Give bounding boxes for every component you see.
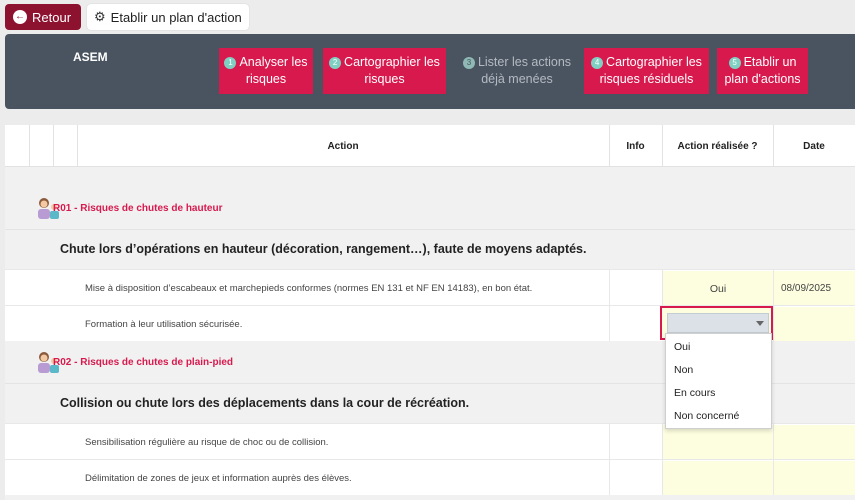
step-label-line2: risques xyxy=(245,72,287,86)
step-4-cartographier-residuels[interactable]: 4 Cartographier les risques résiduels xyxy=(584,48,709,94)
date-cell[interactable]: 08/09/2025 xyxy=(774,271,855,305)
header-action: Action xyxy=(327,141,359,152)
step-label-line1: Lister les actions xyxy=(477,55,572,69)
gears-icon: ⚙ xyxy=(94,9,106,24)
action-done-cell[interactable]: Oui xyxy=(663,271,773,305)
option-en-cours[interactable]: En cours xyxy=(674,387,715,399)
action-done-cell[interactable] xyxy=(663,425,773,459)
step-label-line1: Cartographier les xyxy=(606,55,702,69)
action-done-dropdown: Oui Non En cours Non concerné xyxy=(665,333,772,429)
option-oui[interactable]: Oui xyxy=(674,341,690,353)
action-text: Délimitation de zones de jeux et informa… xyxy=(85,473,352,484)
step-1-analyser[interactable]: 1 Analyser les risques xyxy=(219,48,313,94)
action-done-value: Oui xyxy=(709,283,727,295)
top-bar: ← Retour ⚙ Etablir un plan d'action xyxy=(0,0,855,34)
header-info: Info xyxy=(626,141,645,152)
date-cell[interactable] xyxy=(774,307,855,341)
step-label-line2: déjà menées xyxy=(481,72,553,86)
step-number-badge: 5 xyxy=(728,56,741,69)
header-action-done: Action réalisée ? xyxy=(677,141,758,152)
risk-title[interactable]: R02 - Risques de chutes de plain-pied xyxy=(53,357,233,368)
table-row: Mise à disposition d’escabeaux et marche… xyxy=(5,269,855,305)
date-value: 08/09/2025 xyxy=(781,283,832,294)
option-non-concerne[interactable]: Non concerné xyxy=(674,410,739,422)
step-5-etablir-plan[interactable]: 5 Etablir un plan d'actions xyxy=(717,48,808,94)
plan-action-label: Etablir un plan d'action xyxy=(110,9,242,25)
step-number-badge: 2 xyxy=(329,56,342,69)
step-number-badge: 4 xyxy=(591,56,604,69)
header-date: Date xyxy=(803,141,825,152)
option-non[interactable]: Non xyxy=(674,364,693,376)
plan-action-tab[interactable]: ⚙ Etablir un plan d'action xyxy=(87,4,249,30)
action-done-cell[interactable] xyxy=(663,461,773,495)
arrow-left-circle-icon: ← xyxy=(13,10,27,24)
steps-header: ASEM 1 Analyser les risques 2 Cartographier… xyxy=(5,34,855,109)
step-number-badge: 3 xyxy=(462,56,475,69)
situation-text: Chute lors d’opérations en hauteur (déco… xyxy=(60,242,587,256)
date-cell[interactable] xyxy=(774,425,855,459)
situation-row: Chute lors d’opérations en hauteur (déco… xyxy=(5,229,855,269)
back-button[interactable]: ← Retour xyxy=(5,4,82,30)
action-text: Mise à disposition d’escabeaux et marche… xyxy=(85,283,533,294)
step-number-badge: 1 xyxy=(224,56,237,69)
action-done-select[interactable] xyxy=(667,313,769,333)
step-label-line2: risques résiduels xyxy=(599,72,694,86)
step-2-cartographier[interactable]: 2 Cartographier les risques xyxy=(323,48,446,94)
caret-down-icon xyxy=(756,321,764,326)
risk-row-r01: R01 - Risques de chutes de hauteur xyxy=(5,187,855,229)
action-text: Formation à leur utilisation sécurisée. xyxy=(85,319,243,330)
risk-title[interactable]: R01 - Risques de chutes de hauteur xyxy=(53,203,223,214)
step-3-lister-actions: 3 Lister les actions déjà menées xyxy=(457,48,577,94)
action-text: Sensibilisation régulière au risque de c… xyxy=(85,437,329,448)
situation-text: Collision ou chute lors des déplacements… xyxy=(60,396,470,410)
organization-name: ASEM xyxy=(73,50,108,64)
back-button-label: Retour xyxy=(32,9,72,25)
date-cell[interactable] xyxy=(774,461,855,495)
step-label-line2: risques xyxy=(364,72,405,86)
step-label-line1: Etablir un xyxy=(743,55,797,69)
table-row: Délimitation de zones de jeux et informa… xyxy=(5,459,855,495)
step-label-line2: plan d'actions xyxy=(724,72,801,86)
step-label-line1: Cartographier les xyxy=(344,55,440,69)
table-header: Action Info Action réalisée ? Date xyxy=(5,125,855,167)
step-label-line1: Analyser les xyxy=(239,55,308,69)
